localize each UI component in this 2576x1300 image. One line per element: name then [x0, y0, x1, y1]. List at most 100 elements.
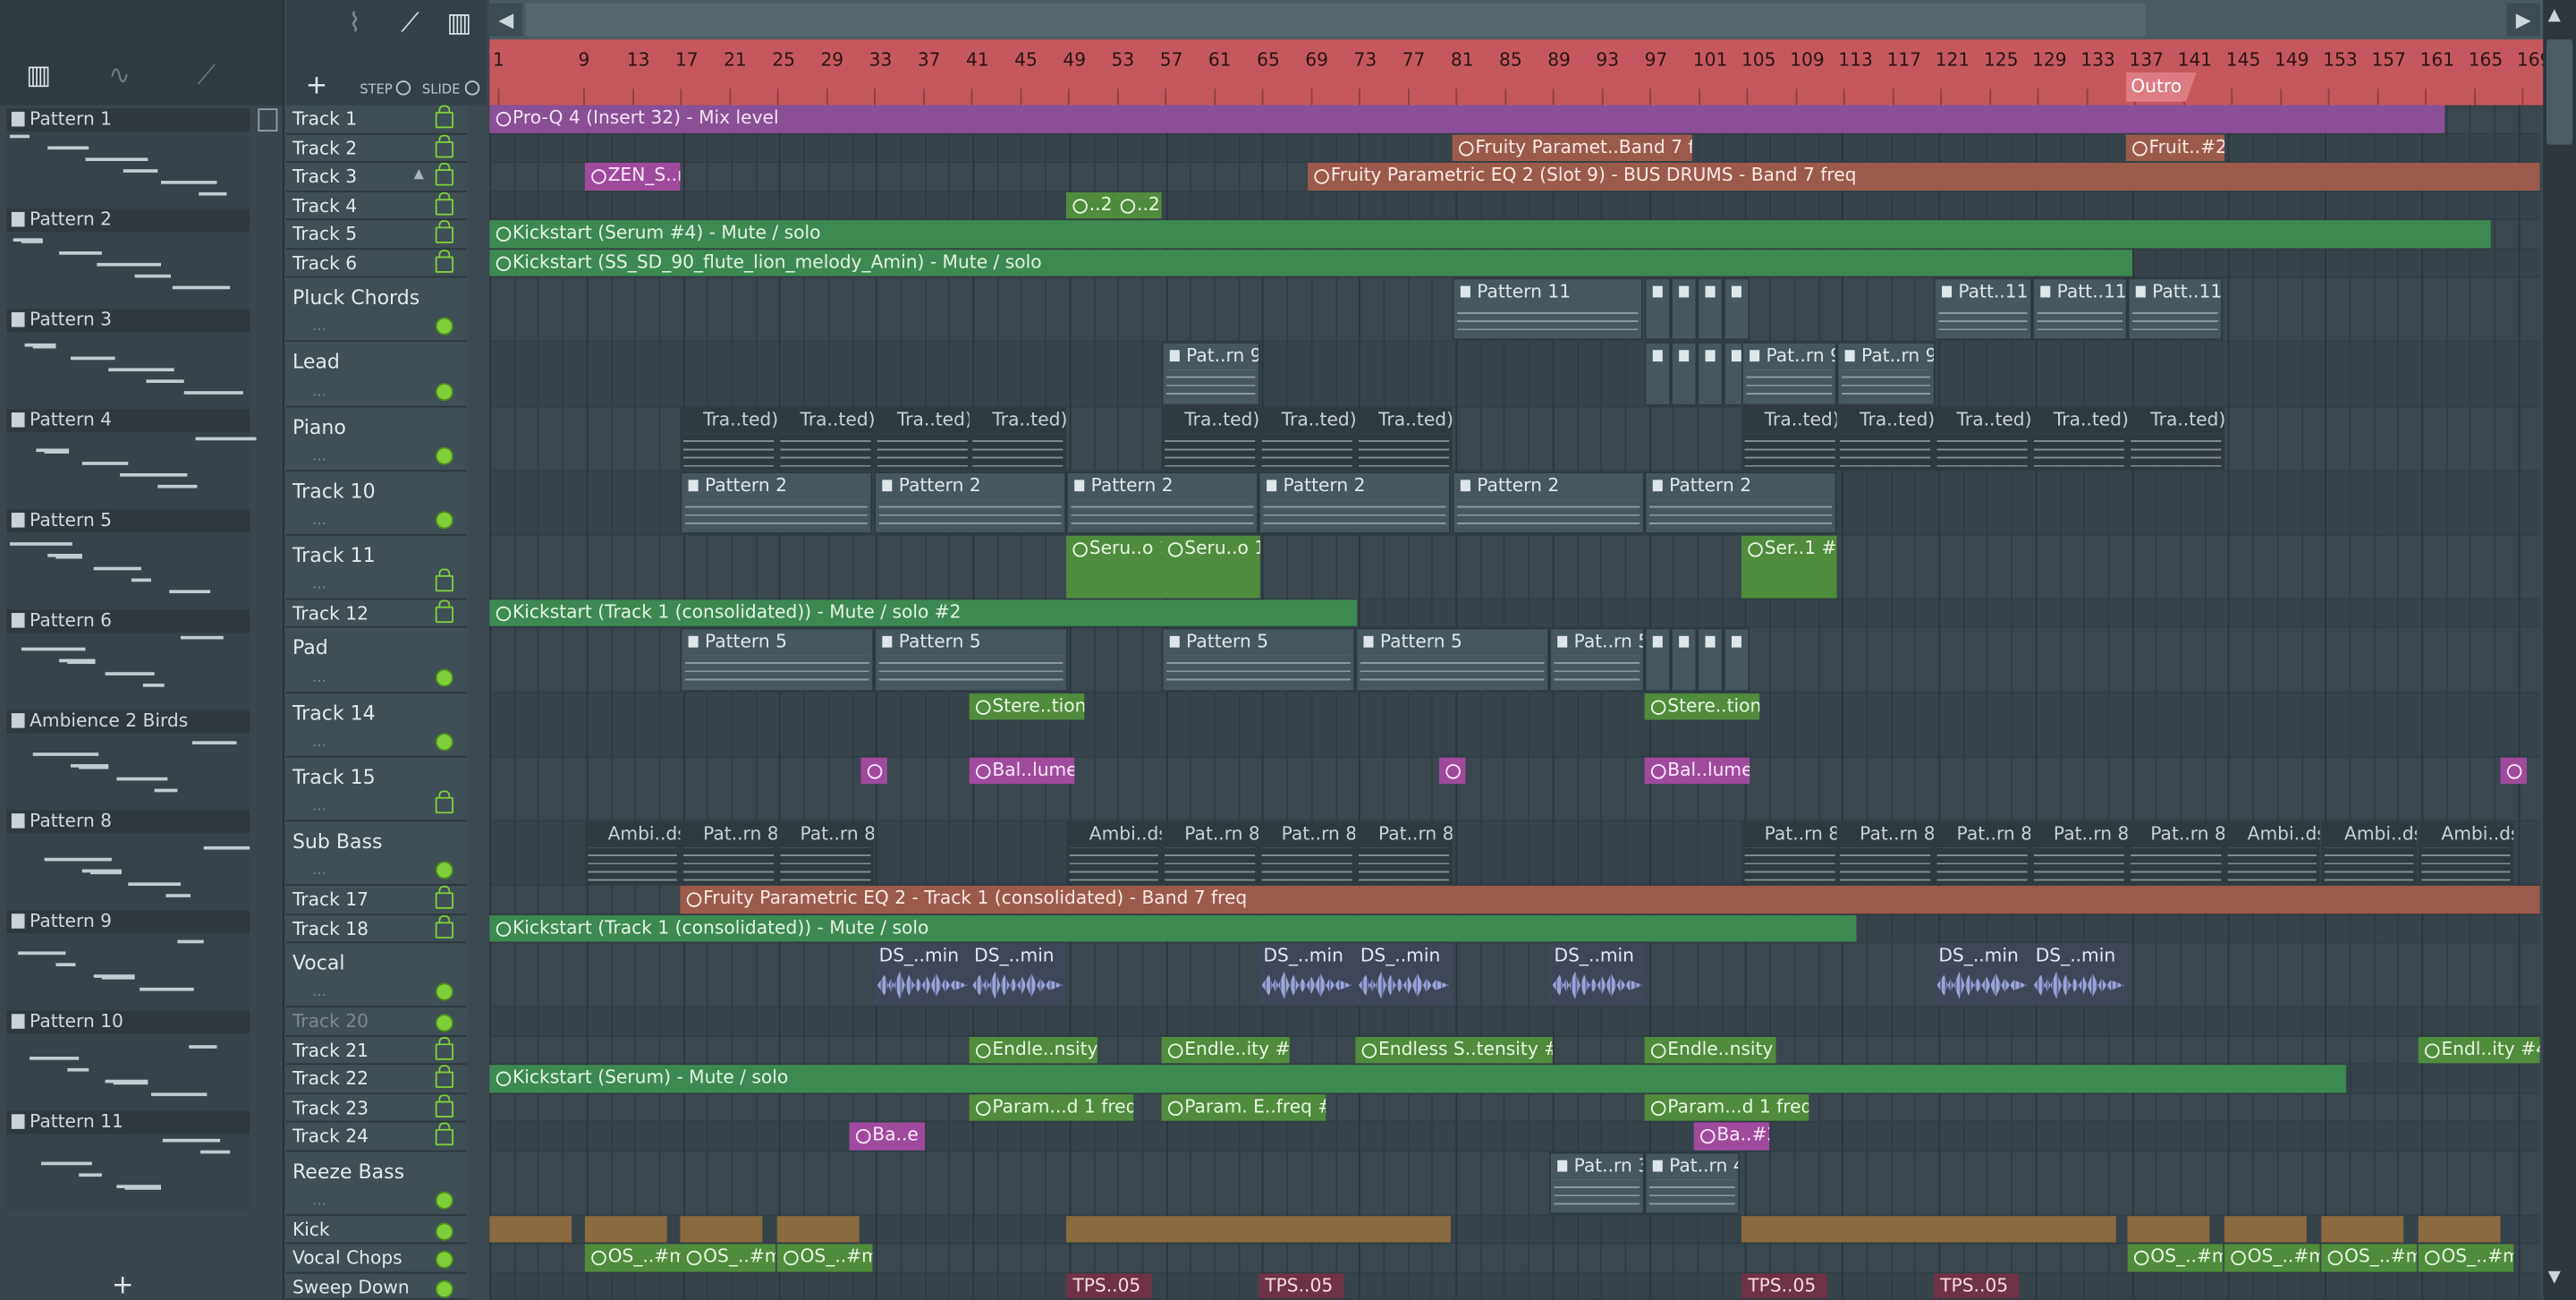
mute-indicator-icon[interactable] — [435, 1222, 453, 1241]
track-header[interactable]: Track 10... — [285, 472, 467, 536]
pattern-clip[interactable]: Pat..rn 8 — [1161, 821, 1258, 885]
track-header[interactable]: Track 21 — [285, 1036, 467, 1066]
playlist-grid[interactable]: Pro-Q 4 (Insert 32) - Mix level Fruity Pa… — [489, 105, 2540, 1300]
track-header[interactable]: Track 3 ▲ — [285, 162, 467, 192]
pattern-clip[interactable]: Pat..rn 8 — [1355, 821, 1453, 885]
mute-indicator-icon[interactable] — [435, 382, 453, 402]
pattern-clip[interactable]: Pat..rn 9 — [1836, 342, 1936, 406]
automation-clip[interactable]: Endle..nsity — [1644, 1036, 1776, 1064]
audio-view-icon[interactable]: ∿ — [108, 59, 131, 90]
track-header[interactable]: Track 12 — [285, 599, 467, 628]
lock-icon[interactable] — [435, 1094, 453, 1117]
automation-clip[interactable]: Fruity Paramet..Band 7 freq — [1452, 134, 1692, 162]
track-header[interactable]: Track 4 — [285, 191, 467, 221]
track-header[interactable]: Reeze Bass... — [285, 1151, 467, 1217]
audio-clip[interactable] — [680, 1216, 763, 1243]
automation-clip[interactable]: Param...d 1 freq — [969, 1094, 1134, 1121]
audio-clip[interactable]: OS_..#m — [776, 1244, 873, 1272]
pattern-clip[interactable] — [1697, 342, 1724, 406]
track-lane[interactable] — [489, 1152, 2540, 1217]
automation-clip[interactable]: Kickstart (Track 1 (consolidated)) - Mut… — [489, 599, 1358, 626]
audio-clip[interactable]: TPS..05 — [1066, 1273, 1152, 1299]
pattern-clip[interactable]: Pat..rn 8 — [1741, 821, 1839, 885]
add-track-button[interactable]: + — [306, 69, 328, 100]
automation-clip[interactable]: Endless S..tensity #3 — [1355, 1036, 1553, 1064]
track-more-icon[interactable]: ... — [312, 735, 326, 751]
audio-clip[interactable]: Tra..ted) — [2030, 407, 2128, 471]
lock-icon[interactable] — [435, 915, 453, 939]
automation-clip[interactable] — [2500, 757, 2527, 785]
pattern-clip[interactable] — [1644, 342, 1671, 406]
audio-clip[interactable]: OS_..#m — [680, 1244, 775, 1272]
track-header[interactable]: Track 15... — [285, 757, 467, 822]
pattern-item[interactable]: Pattern 5 — [6, 509, 250, 610]
track-header[interactable]: Track 17 — [285, 886, 467, 916]
mute-indicator-icon[interactable] — [435, 1250, 453, 1269]
audio-clip[interactable]: OS_..#m — [2321, 1244, 2417, 1272]
pattern-clip[interactable]: Patt..11 — [1933, 277, 2033, 341]
lock-icon[interactable] — [435, 162, 453, 186]
scroll-up-icon[interactable]: ▲ — [2548, 6, 2561, 24]
pattern-clip[interactable] — [1644, 627, 1671, 692]
track-header[interactable]: Pluck Chords... — [285, 277, 467, 343]
pattern-clip[interactable]: Pat..rn 8 — [680, 821, 777, 885]
automation-clip[interactable]: ..2 — [1066, 191, 1114, 219]
track-header[interactable]: Track 2 — [285, 134, 467, 163]
automation-clip[interactable]: Fruity Parametric EQ 2 - Track 1 (consol… — [680, 886, 2540, 914]
track-header[interactable]: Track 11... — [285, 535, 467, 600]
automation-clip[interactable]: Seru..o 1 — [1161, 535, 1260, 599]
lock-icon[interactable] — [435, 886, 453, 909]
pattern-clip[interactable] — [1723, 277, 1750, 341]
track-header[interactable]: Sub Bass... — [285, 821, 467, 887]
lock-icon[interactable] — [435, 1065, 453, 1088]
automation-view-icon[interactable]: ⟋ — [197, 59, 216, 92]
track-more-icon[interactable]: ... — [312, 670, 326, 686]
pattern-clip[interactable]: Pat..rn 3 — [1549, 1151, 1645, 1215]
track-header[interactable]: Pad... — [285, 627, 467, 694]
pattern-item[interactable]: Pattern 2 — [6, 208, 250, 310]
automation-clip[interactable]: Bal..lume — [969, 757, 1075, 785]
automation-clip[interactable]: Ba..#2 — [1693, 1122, 1770, 1151]
pattern-clip[interactable] — [1697, 277, 1724, 341]
mute-indicator-icon[interactable] — [435, 317, 453, 336]
track-more-icon[interactable]: ... — [312, 577, 326, 593]
audio-clip[interactable] — [584, 1216, 667, 1243]
track-header[interactable]: Lead... — [285, 342, 467, 408]
track-lane[interactable] — [489, 1122, 2540, 1152]
automation-clip[interactable]: Endle..nsity — [969, 1036, 1097, 1064]
pattern-item[interactable]: Pattern 1 — [6, 108, 250, 209]
scrollbar-thumb[interactable] — [2546, 39, 2573, 145]
automation-clip[interactable]: Kickstart (Serum) - Mute / solo — [489, 1065, 2346, 1093]
audio-clip[interactable]: DS_..min — [874, 943, 971, 1007]
lock-icon[interactable] — [435, 105, 453, 129]
mute-indicator-icon[interactable] — [435, 1191, 453, 1210]
pattern-header[interactable]: Pattern 6 — [6, 609, 250, 633]
pattern-header[interactable]: Ambience 2 Birds — [6, 709, 250, 734]
automation-clip[interactable]: Kickstart (Serum #4) - Mute / solo — [489, 220, 2491, 249]
pattern-clip[interactable]: Pat..rn 9 — [1161, 342, 1260, 406]
audio-clip[interactable]: Tra..ted) — [1258, 407, 1356, 471]
track-lane[interactable] — [489, 693, 2540, 758]
audio-clip[interactable]: TPS..05 — [1258, 1273, 1344, 1299]
lock-icon[interactable] — [435, 1036, 453, 1060]
draw-tool-icon[interactable]: ⟋ — [401, 6, 419, 39]
pattern-header[interactable]: Pattern 5 — [6, 509, 250, 533]
track-header[interactable]: Vocal... — [285, 943, 467, 1007]
automation-clip[interactable]: Endle..ity #2 — [1161, 1036, 1290, 1064]
automation-clip[interactable]: ZEN_S..r — [584, 162, 681, 191]
automation-clip[interactable] — [1438, 757, 1466, 785]
automation-clip[interactable]: ..2 — [1114, 191, 1162, 219]
pattern-clip[interactable] — [1723, 627, 1750, 692]
add-pattern-button[interactable]: + — [112, 1269, 134, 1300]
lock-icon[interactable] — [435, 568, 453, 592]
track-lane[interactable] — [489, 536, 2540, 600]
pattern-clip[interactable]: Pat..rn 8 — [2127, 821, 2224, 885]
audio-clip[interactable]: Tra..ted) — [1355, 407, 1453, 471]
audio-clip[interactable]: Tra..ted) — [776, 407, 875, 471]
pattern-clip[interactable]: Pattern 5 — [1355, 627, 1550, 692]
pattern-item[interactable]: Pattern 9 — [6, 910, 250, 1011]
track-header[interactable]: Track 1 — [285, 105, 467, 135]
paint-tool-icon[interactable]: ▥ — [447, 6, 472, 38]
scroll-right-icon[interactable]: ▶ — [2506, 3, 2540, 37]
automation-clip[interactable]: Seru..o 1 — [1066, 535, 1162, 599]
